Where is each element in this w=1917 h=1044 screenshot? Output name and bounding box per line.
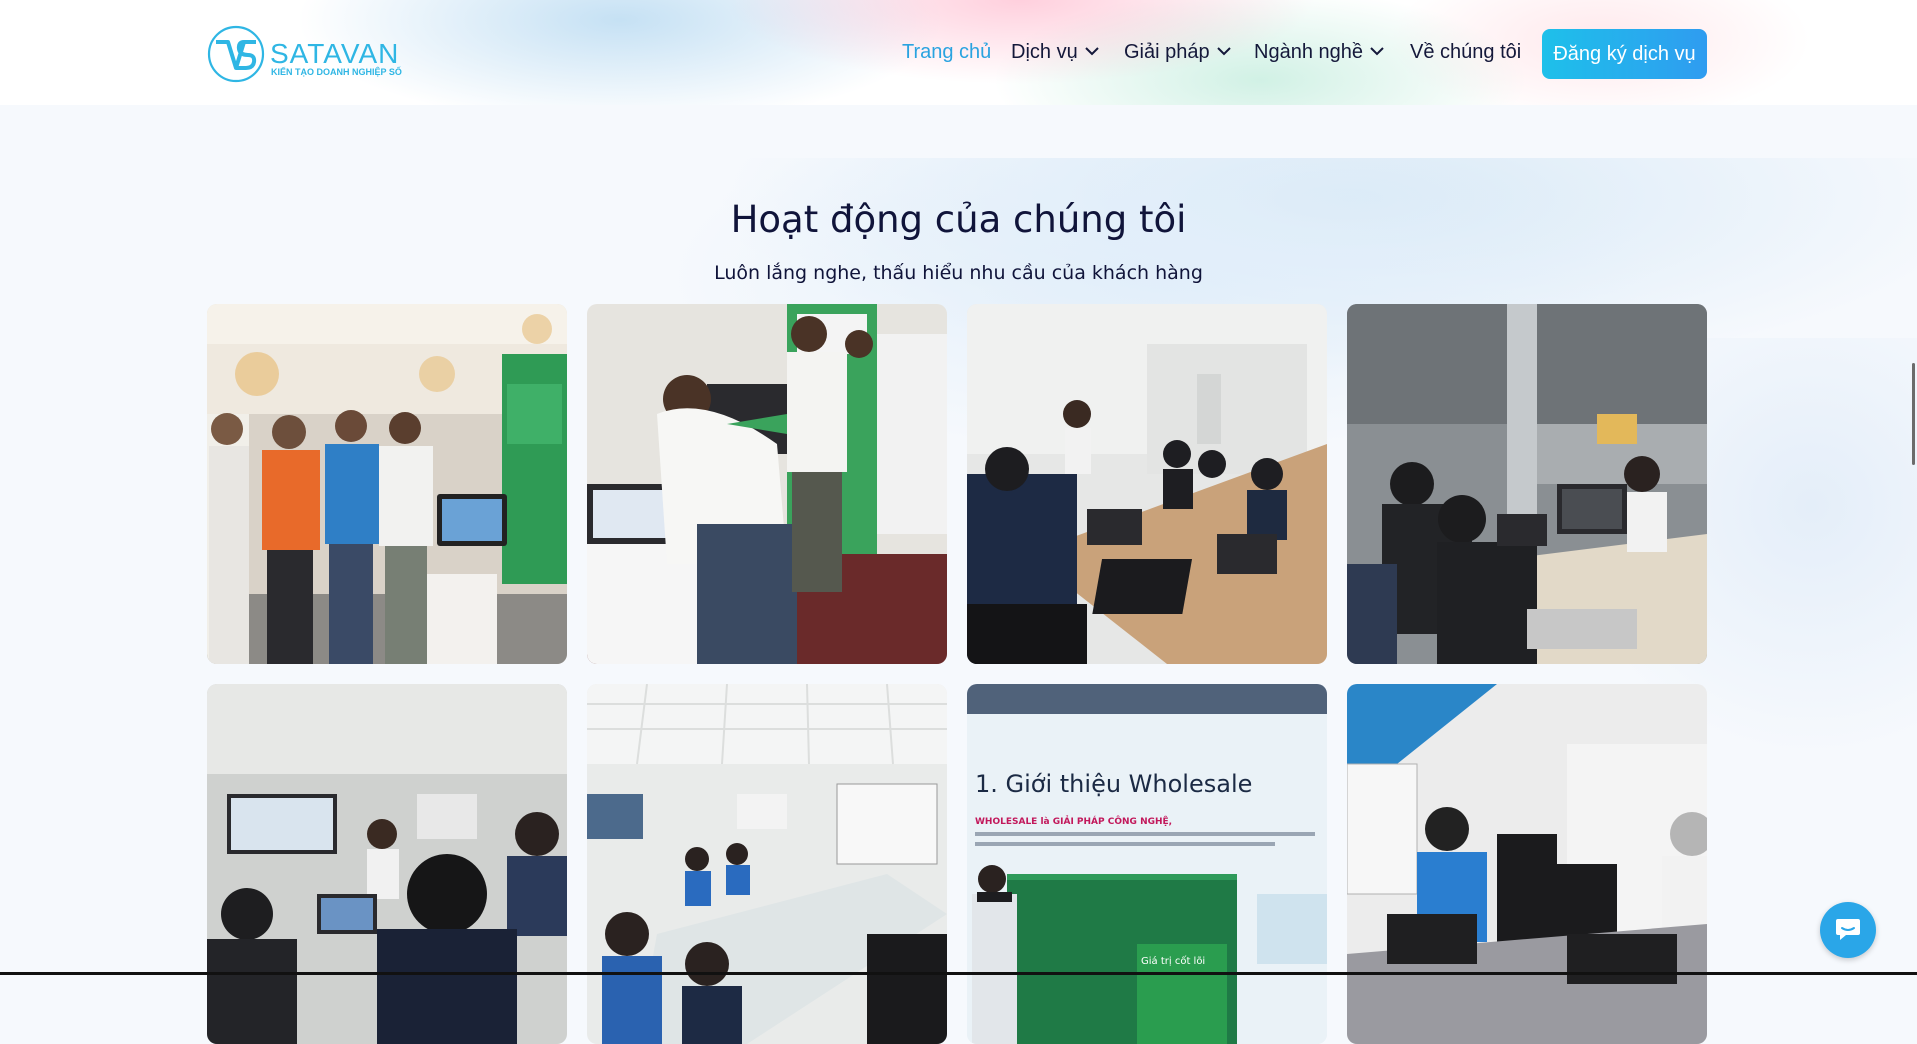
nav-item-home[interactable]: Trang chủ bbox=[902, 38, 991, 68]
nav-item-about[interactable]: Về chúng tôi bbox=[1410, 38, 1521, 68]
chat-button[interactable] bbox=[1820, 902, 1876, 958]
activity-photo-expo-demo[interactable] bbox=[587, 304, 947, 664]
activity-photo-expo-group[interactable] bbox=[207, 304, 567, 664]
activity-photo-conference[interactable] bbox=[587, 684, 947, 1044]
chevron-down-icon bbox=[1216, 47, 1231, 56]
slide-badge: Giá trị cốt lõi bbox=[1141, 955, 1205, 967]
activity-photo-office[interactable] bbox=[1347, 304, 1707, 664]
nav-item-label: Giải pháp bbox=[1124, 41, 1210, 63]
logo-tagline: KIẾN TẠO DOANH NGHIỆP SỐ bbox=[271, 67, 402, 77]
chevron-down-icon bbox=[1370, 47, 1384, 56]
expo-demo-image bbox=[587, 304, 947, 664]
slide-title: 1. Giới thiệu Wholesale bbox=[975, 770, 1252, 798]
register-service-button[interactable]: Đăng ký dịch vụ bbox=[1542, 29, 1707, 79]
activity-photo-workshop[interactable] bbox=[1347, 684, 1707, 1044]
site-logo[interactable]: SATAVAN KIẾN TẠO DOANH NGHIỆP SỐ bbox=[206, 24, 410, 84]
office-developers-image bbox=[1347, 304, 1707, 664]
nav-item-services[interactable]: Dịch vụ bbox=[1011, 38, 1100, 68]
header-left-margin bbox=[0, 0, 95, 105]
header-right-margin bbox=[1822, 0, 1917, 105]
logo-name: SATAVAN bbox=[270, 38, 400, 69]
glass-meeting-room-image bbox=[207, 684, 567, 1044]
chevron-down-icon bbox=[1084, 47, 1099, 56]
page-scrollbar[interactable] bbox=[1912, 363, 1915, 465]
nav-item-label: Dịch vụ bbox=[1011, 41, 1078, 63]
activity-photo-meeting-room[interactable] bbox=[207, 684, 567, 1044]
section-subtitle: Luôn lắng nghe, thấu hiểu nhu cầu của kh… bbox=[714, 262, 1203, 284]
nav-item-label: Về chúng tôi bbox=[1410, 41, 1522, 63]
section-title: Hoạt động của chúng tôi bbox=[730, 198, 1187, 241]
training-classroom-image bbox=[967, 304, 1327, 664]
logo-mark-icon bbox=[207, 25, 265, 83]
office-workshop-image bbox=[1347, 684, 1707, 1044]
chat-bubble-icon bbox=[1836, 919, 1860, 940]
site-header: SATAVAN KIẾN TẠO DOANH NGHIỆP SỐ Trang c… bbox=[0, 0, 1917, 105]
slide-highlight: WHOLESALE là GIẢI PHÁP CÔNG NGHỆ, bbox=[975, 815, 1172, 827]
nav-item-label: Ngành nghề bbox=[1254, 41, 1363, 63]
activities-section: Hoạt động của chúng tôi Luôn lắng nghe, … bbox=[0, 158, 1917, 1044]
conference-table-image bbox=[587, 684, 947, 1044]
nav-item-label: Trang chủ bbox=[902, 41, 992, 63]
nav-item-industries[interactable]: Ngành nghề bbox=[1254, 38, 1385, 68]
activity-photo-training[interactable] bbox=[967, 304, 1327, 664]
presentation-screen-image: 1. Giới thiệu Wholesale WHOLESALE là GIẢ… bbox=[967, 684, 1327, 1044]
activity-photo-presentation[interactable]: 1. Giới thiệu Wholesale WHOLESALE là GIẢ… bbox=[967, 684, 1327, 1044]
expo-group-image bbox=[207, 304, 567, 664]
nav-item-solutions[interactable]: Giải pháp bbox=[1124, 38, 1232, 68]
